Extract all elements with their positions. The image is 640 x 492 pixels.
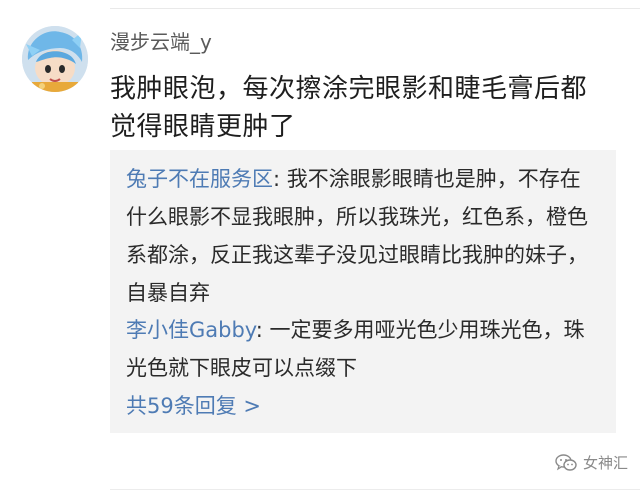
- reply-author[interactable]: 李小佳Gabby: [126, 318, 256, 342]
- wechat-icon: [555, 453, 577, 471]
- reply-separator: :: [273, 167, 287, 191]
- watermark: 女神汇: [555, 452, 628, 473]
- comment-username[interactable]: 漫步云端_y: [110, 29, 212, 55]
- reply-author[interactable]: 兔子不在服务区: [126, 167, 273, 191]
- watermark-text: 女神汇: [582, 454, 628, 472]
- reply-item: 兔子不在服务区: 我不涂眼影眼睛也是肿，不存在什么眼影不显我眼肿，所以我珠光，红…: [126, 160, 596, 312]
- avatar-image: [22, 26, 88, 92]
- reply-item: 李小佳Gabby: 一定要多用哑光色少用珠光色，珠光色就下眼皮可以点缀下: [126, 311, 596, 387]
- avatar[interactable]: [22, 26, 88, 92]
- comment-text: 我肿眼泡，每次擦涂完眼影和睫毛膏后都觉得眼睛更肿了: [110, 74, 588, 142]
- more-replies-link[interactable]: 共59条回复 >: [126, 387, 261, 425]
- reply-separator: :: [255, 318, 270, 342]
- bottom-divider: [110, 489, 640, 490]
- reply-list: 兔子不在服务区: 我不涂眼影眼睛也是肿，不存在什么眼影不显我眼肿，所以我珠光，红…: [110, 150, 616, 433]
- top-divider: [110, 8, 640, 9]
